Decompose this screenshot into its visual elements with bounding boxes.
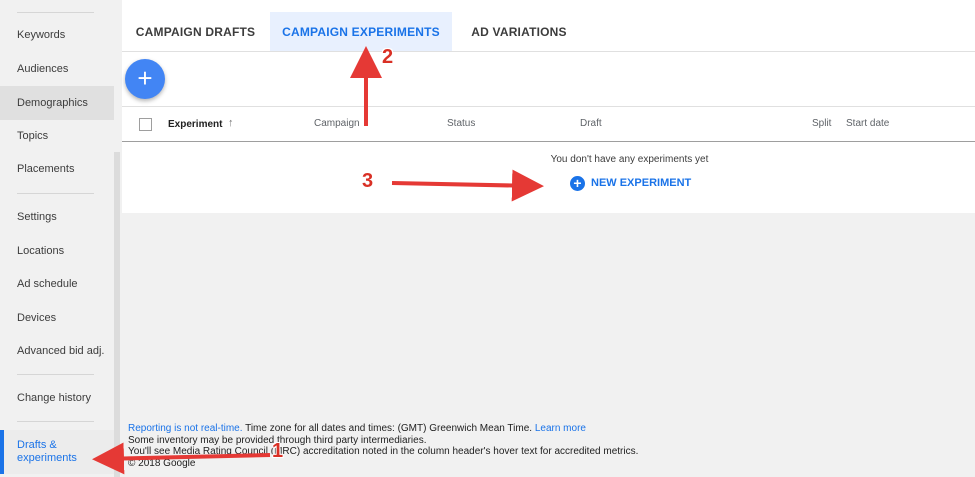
annotation-number-1: 1 (272, 440, 284, 462)
annotation-arrows (92, 46, 544, 475)
arrow-1 (92, 442, 271, 475)
arrow-3 (391, 169, 544, 202)
annotation-number-2: 2 (382, 46, 394, 68)
annotation-number-3: 3 (362, 170, 374, 192)
